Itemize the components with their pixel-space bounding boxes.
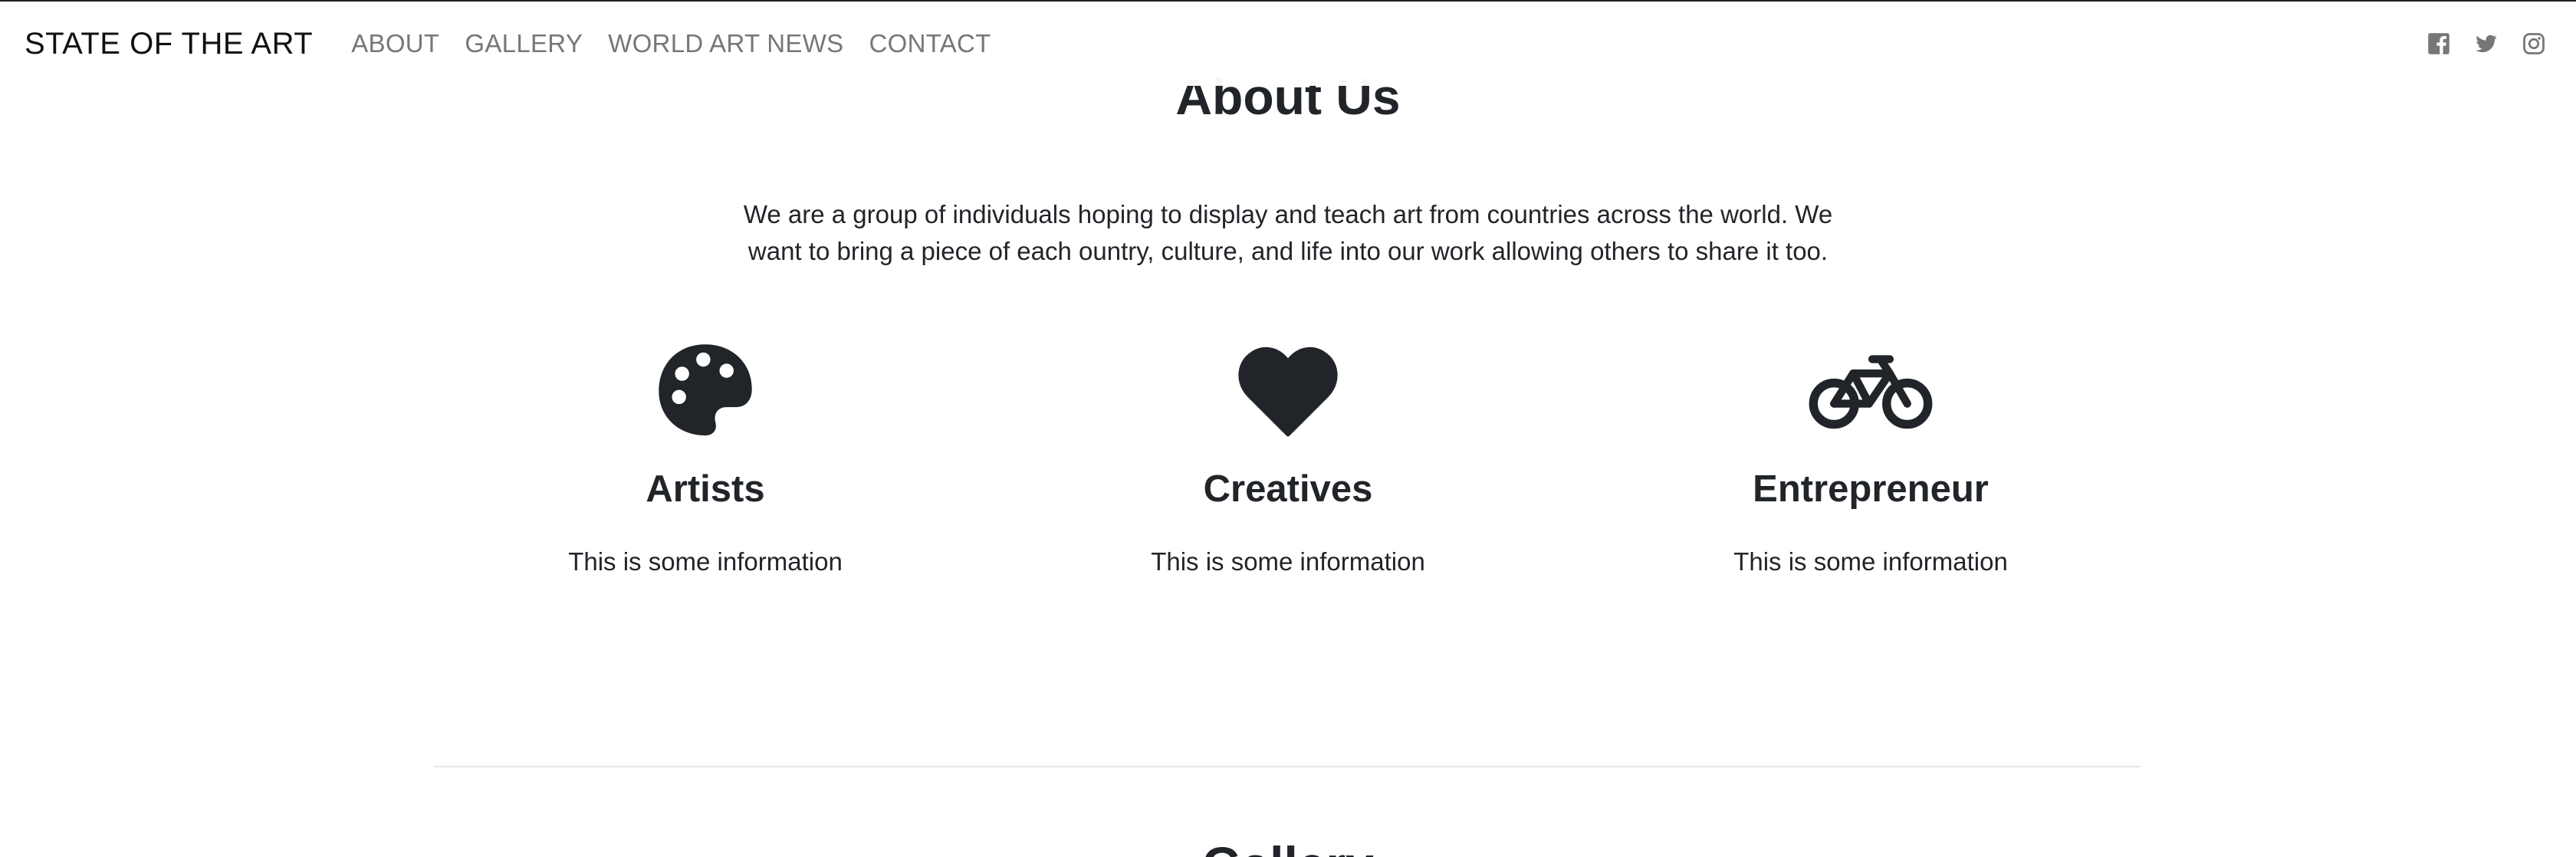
feature-title-artists: Artists: [646, 468, 765, 510]
section-divider: [434, 766, 2141, 767]
gallery-title: Gallery: [0, 836, 2576, 857]
nav-link-contact[interactable]: CONTACT: [869, 29, 991, 58]
nav-link-world-art-news[interactable]: WORLD ART NEWS: [608, 29, 843, 58]
nav-link-gallery[interactable]: GALLERY: [465, 29, 583, 58]
feature-text-artists: This is some information: [568, 547, 843, 576]
feature-title-entrepreneur: Entrepreneur: [1753, 468, 1989, 510]
feature-creatives: Creatives This is some information: [1058, 337, 1518, 576]
feature-entrepreneur: Entrepreneur This is some information: [1641, 337, 2101, 576]
navbar: STATE OF THE ART ABOUT GALLERY WORLD ART…: [0, 2, 2576, 86]
feature-artists: Artists This is some information: [475, 337, 935, 576]
facebook-icon[interactable]: [2427, 32, 2450, 55]
nav-links: ABOUT GALLERY WORLD ART NEWS CONTACT: [351, 29, 991, 58]
nav-link-about[interactable]: ABOUT: [351, 29, 439, 58]
palette-icon: [475, 337, 935, 445]
about-section: About Us We are a group of individuals h…: [0, 61, 2576, 270]
twitter-icon[interactable]: [2475, 32, 2498, 55]
bicycle-icon: [1641, 337, 2101, 445]
heart-icon: [1058, 337, 1518, 445]
brand-logo-link[interactable]: STATE OF THE ART: [25, 27, 313, 61]
instagram-icon[interactable]: [2522, 32, 2545, 55]
feature-title-creatives: Creatives: [1203, 468, 1373, 510]
feature-text-entrepreneur: This is some information: [1733, 547, 2008, 576]
social-links: [2427, 32, 2551, 55]
features-section: Artists This is some information Creativ…: [0, 337, 2576, 613]
about-description: We are a group of individuals hoping to …: [743, 200, 1833, 265]
feature-text-creatives: This is some information: [1151, 547, 1425, 576]
